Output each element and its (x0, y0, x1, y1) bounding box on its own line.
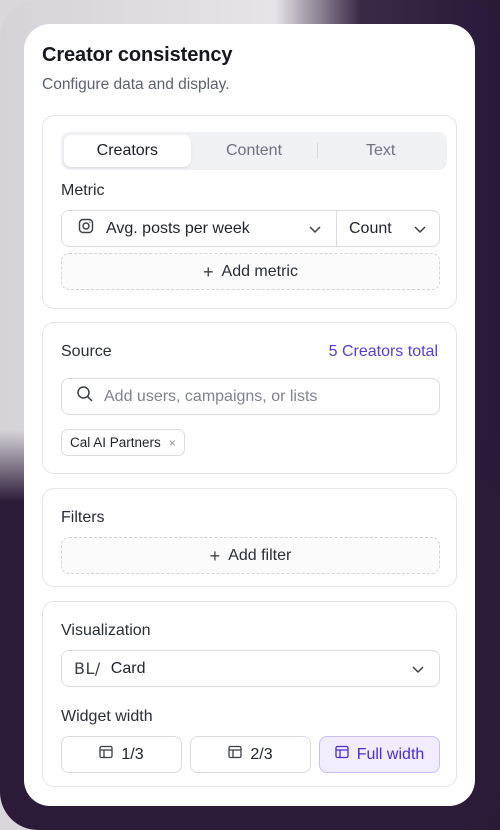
chevron-down-icon (411, 662, 425, 681)
filters-label: Filters (61, 509, 105, 526)
width-full-label: Full width (356, 745, 425, 763)
filters-card: Filters + Add filter (42, 488, 457, 587)
search-input[interactable] (104, 387, 424, 406)
width-third-button[interactable]: 1/3 (61, 736, 182, 773)
width-options: 1/3 2/3 Full width (61, 736, 440, 773)
instagram-icon (78, 218, 94, 239)
source-label: Source (61, 343, 112, 360)
width-third-label: 1/3 (121, 745, 144, 763)
close-icon[interactable]: × (169, 436, 176, 450)
metric-select: Avg. posts per week Count (61, 210, 440, 247)
add-metric-button[interactable]: + Add metric (61, 253, 440, 290)
metric-card: Creators Content Text Metric Avg. posts … (42, 115, 457, 309)
aggregation-dropdown[interactable]: Count (337, 211, 439, 246)
source-chip: Cal AI Partners × (61, 429, 185, 456)
tab-bar: Creators Content Text (61, 132, 447, 170)
visualization-label: Visualization (61, 622, 151, 639)
add-metric-label: Add metric (221, 262, 298, 280)
add-filter-button[interactable]: + Add filter (61, 537, 440, 574)
width-full-button[interactable]: Full width (319, 736, 440, 773)
add-filter-label: Add filter (228, 546, 292, 564)
chevron-down-icon (308, 222, 322, 241)
layout-icon (335, 745, 349, 764)
config-panel: Creator consistency Configure data and d… (24, 24, 475, 806)
source-search (61, 378, 440, 415)
width-two-thirds-label: 2/3 (250, 745, 273, 763)
aggregation-value: Count (349, 219, 392, 237)
creators-total-link[interactable]: 5 Creators total (329, 343, 438, 361)
widget-width-label: Widget width (61, 708, 153, 725)
tab-content[interactable]: Content (191, 135, 318, 167)
device-frame: Creator consistency Configure data and d… (0, 0, 500, 830)
layout-icon (99, 745, 114, 764)
visualization-dropdown[interactable]: BL/ Card (61, 650, 440, 687)
page-subtitle: Configure data and display. (42, 76, 230, 93)
plus-icon: + (203, 261, 214, 282)
layout-icon (228, 745, 243, 764)
width-two-thirds-button[interactable]: 2/3 (190, 736, 311, 773)
page-title: Creator consistency (42, 44, 233, 66)
chevron-down-icon (413, 222, 427, 241)
card-type-icon: BL/ (74, 659, 101, 678)
source-card: Source 5 Creators total Cal AI Partners … (42, 322, 457, 474)
tab-text[interactable]: Text (317, 135, 444, 167)
visualization-card: Visualization BL/ Card Widget width 1/3 (42, 601, 457, 787)
tab-creators[interactable]: Creators (64, 135, 191, 167)
metric-label: Metric (61, 182, 105, 199)
visualization-value: Card (110, 659, 146, 677)
panel-header: Creator consistency Configure data and d… (42, 44, 233, 94)
chip-label: Cal AI Partners (70, 435, 161, 450)
search-icon (76, 385, 94, 408)
metric-dropdown[interactable]: Avg. posts per week (62, 211, 337, 246)
plus-icon: + (209, 545, 221, 566)
metric-value: Avg. posts per week (106, 219, 250, 237)
